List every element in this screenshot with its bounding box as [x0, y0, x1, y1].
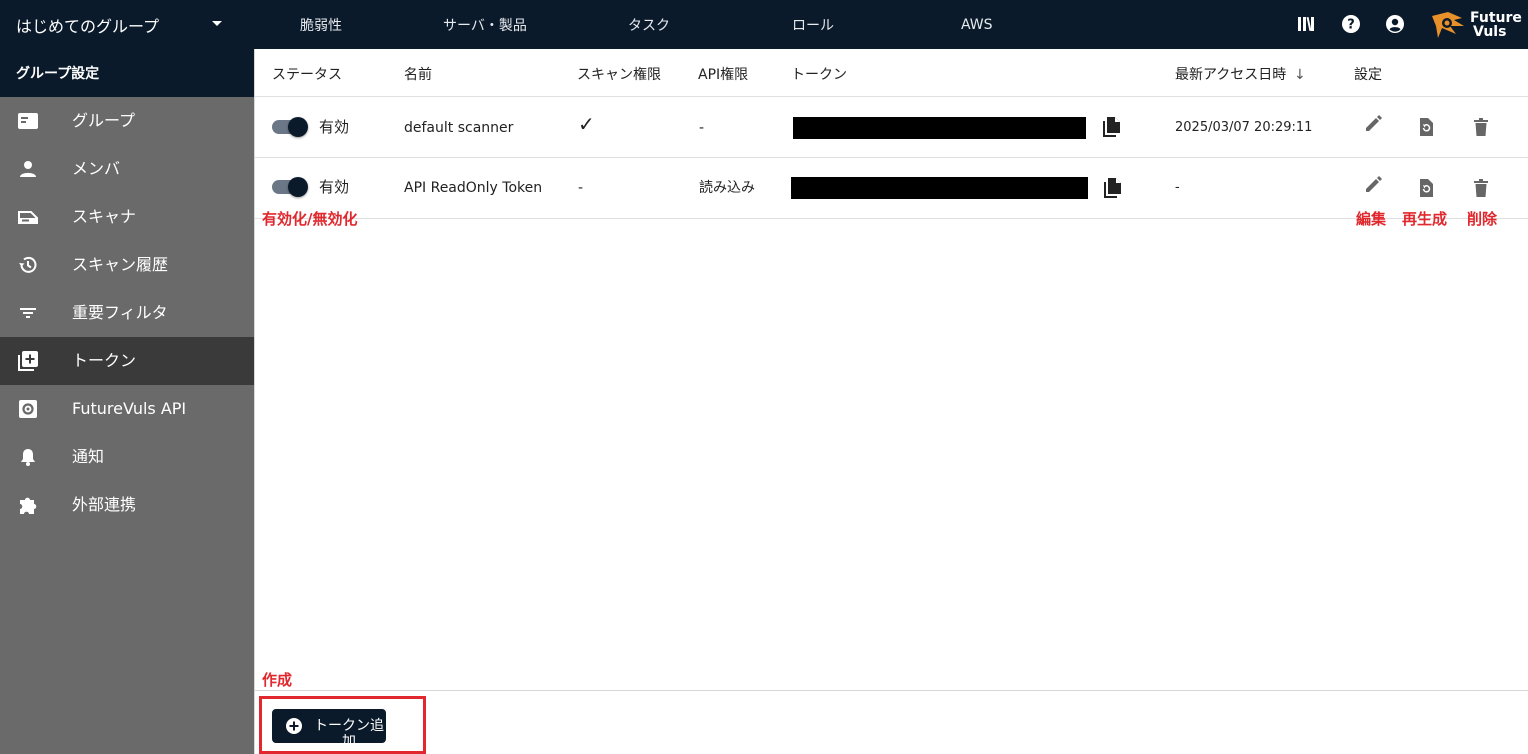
- sidebar-item-futurevuls-api[interactable]: FutureVuls API: [0, 385, 254, 433]
- nav-aws[interactable]: AWS: [961, 0, 993, 49]
- svg-text:?: ?: [1347, 18, 1355, 33]
- top-app-bar: はじめてのグループ 脆弱性 サーバ・製品 タスク ロール AWS ? Futur…: [0, 0, 1528, 49]
- person-icon: [16, 157, 40, 181]
- last-access: 2025/03/07 20:29:11: [1175, 120, 1313, 135]
- api-permission: 読み込み: [699, 180, 755, 196]
- add-token-label: トークン追加: [314, 718, 384, 750]
- nav-vulnerabilities[interactable]: 脆弱性: [300, 0, 342, 49]
- sidebar-header: グループ設定: [0, 49, 254, 97]
- add-circle-icon: [286, 718, 302, 734]
- group-card-icon: [16, 109, 40, 133]
- scan-permission: -: [578, 180, 584, 196]
- api-permission: -: [699, 120, 705, 136]
- header-status[interactable]: ステータス: [272, 67, 342, 83]
- add-token-button[interactable]: トークン追加: [272, 709, 386, 750]
- annotation-delete: 削除: [1467, 210, 1498, 228]
- edit-icon[interactable]: [1362, 172, 1386, 196]
- status-label: 有効: [319, 178, 350, 196]
- toggle-knob: [288, 117, 308, 137]
- filter-icon: [16, 301, 40, 325]
- add-box-icon: [16, 349, 40, 373]
- nav-servers-products[interactable]: サーバ・製品: [443, 0, 527, 49]
- check-icon: ✓: [578, 112, 595, 136]
- sidebar-item-label: メンバ: [72, 159, 121, 178]
- token-value-redacted: [793, 117, 1086, 139]
- delete-icon[interactable]: [1469, 115, 1493, 139]
- sidebar-item-label: スキャナ: [72, 207, 137, 226]
- scanner-icon: [16, 205, 40, 229]
- status-toggle[interactable]: [272, 176, 308, 198]
- header-scan-permission[interactable]: スキャン権限: [577, 67, 661, 83]
- table-header: ステータス 名前 スキャン権限 API権限 トークン 最新アクセス日時 ↓ 設定: [255, 49, 1528, 97]
- sidebar-item-label: 外部連携: [72, 495, 137, 514]
- delete-icon[interactable]: [1469, 176, 1493, 200]
- library-icon[interactable]: [1295, 13, 1317, 35]
- sidebar-item-notifications[interactable]: 通知: [0, 433, 254, 481]
- sidebar-item-scan-history[interactable]: スキャン履歴: [0, 241, 254, 289]
- header-api-permission[interactable]: API権限: [698, 67, 748, 83]
- sidebar-item-scanner[interactable]: スキャナ: [0, 193, 254, 241]
- sidebar-item-group[interactable]: グループ: [0, 97, 254, 145]
- annotation-edit: 編集: [1356, 210, 1387, 228]
- futurevuls-logo: Future Vuls: [1428, 8, 1522, 42]
- toggle-knob: [288, 177, 308, 197]
- header-name[interactable]: 名前: [404, 67, 432, 83]
- main-content: ステータス 名前 スキャン権限 API権限 トークン 最新アクセス日時 ↓ 設定…: [254, 49, 1528, 754]
- token-name: API ReadOnly Token: [404, 180, 543, 196]
- annotation-toggle: 有効化/無効化: [262, 210, 358, 228]
- sidebar-item-label: 重要フィルタ: [72, 303, 168, 322]
- logo-wordmark: Future Vuls: [1470, 11, 1522, 39]
- bottom-action-bar: トークン追加: [255, 690, 1528, 754]
- status-label: 有効: [319, 118, 350, 136]
- edit-icon[interactable]: [1362, 111, 1386, 135]
- annotation-regenerate: 再生成: [1402, 210, 1448, 228]
- sidebar-item-label: トークン: [72, 351, 137, 370]
- sidebar-item-label: グループ: [72, 111, 136, 130]
- table-row: 有効 default scanner ✓ - 2025/03/07 20:29:…: [255, 97, 1528, 158]
- nav-roles[interactable]: ロール: [792, 0, 834, 49]
- logo-mark-icon: [1432, 12, 1464, 38]
- regenerate-icon[interactable]: [1414, 115, 1438, 139]
- annotation-create: 作成: [262, 671, 293, 689]
- sort-down-icon[interactable]: ↓: [1294, 67, 1306, 83]
- sidebar-item-tokens[interactable]: トークン: [0, 337, 254, 385]
- logo-line-1: Future: [1470, 10, 1522, 26]
- last-access: -: [1175, 180, 1180, 195]
- bell-icon: [16, 445, 40, 469]
- sidebar-item-label: FutureVuls API: [72, 399, 187, 418]
- copy-icon[interactable]: [1101, 176, 1125, 200]
- status-toggle[interactable]: [272, 116, 308, 138]
- group-selector[interactable]: はじめてのグループ: [0, 0, 254, 49]
- sidebar: グループ設定 グループ メンバ スキャナ スキャン履歴 重要フィルタ トークン: [0, 49, 254, 754]
- help-icon[interactable]: ?: [1340, 13, 1362, 35]
- logo-line-2: Vuls: [1473, 24, 1507, 40]
- header-last-access[interactable]: 最新アクセス日時: [1175, 67, 1286, 83]
- regenerate-icon[interactable]: [1414, 176, 1438, 200]
- nav-tasks[interactable]: タスク: [628, 0, 670, 49]
- token-value-redacted: [791, 177, 1088, 199]
- sidebar-item-label: 通知: [72, 447, 105, 466]
- table-row: 有効 API ReadOnly Token - 読み込み -: [255, 158, 1528, 219]
- sidebar-item-important-filter[interactable]: 重要フィルタ: [0, 289, 254, 337]
- header-settings: 設定: [1354, 67, 1382, 83]
- group-name: はじめてのグループ: [16, 16, 160, 36]
- history-icon: [16, 253, 40, 277]
- copy-icon[interactable]: [1100, 115, 1124, 139]
- account-icon[interactable]: [1384, 13, 1406, 35]
- puzzle-icon: [16, 493, 40, 517]
- token-name: default scanner: [404, 120, 514, 136]
- sidebar-item-members[interactable]: メンバ: [0, 145, 254, 193]
- sidebar-item-label: スキャン履歴: [72, 255, 169, 274]
- api-gear-icon: [16, 397, 40, 421]
- chevron-down-icon: [212, 21, 222, 26]
- header-token[interactable]: トークン: [791, 67, 847, 83]
- sidebar-item-integrations[interactable]: 外部連携: [0, 481, 254, 529]
